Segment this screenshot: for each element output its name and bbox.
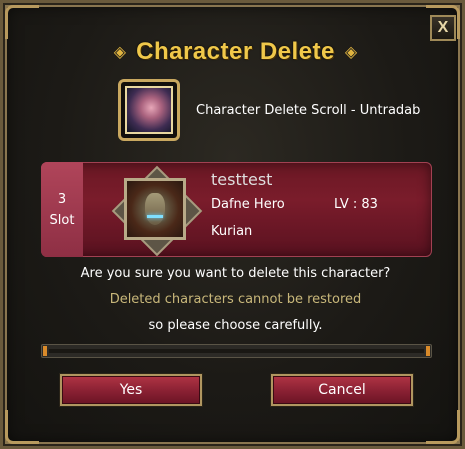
character-race: Kurian xyxy=(211,224,253,239)
diamond-ornament-icon: ◈ xyxy=(344,42,358,61)
dialog-title: Character Delete xyxy=(136,38,335,65)
title-bar: ◈ Character Delete ◈ xyxy=(3,35,465,69)
delete-progress-bar xyxy=(41,344,432,358)
slot-number: 3 xyxy=(57,191,67,207)
corner-ornament xyxy=(426,410,460,444)
yes-button[interactable]: Yes xyxy=(60,374,202,406)
cancel-button[interactable]: Cancel xyxy=(271,374,413,406)
character-class: Dafne Hero xyxy=(211,197,285,212)
character-portrait xyxy=(111,165,203,257)
character-delete-scroll-icon[interactable] xyxy=(118,79,180,141)
corner-ornament xyxy=(5,5,39,39)
progress-track xyxy=(49,349,424,353)
helmet-visor xyxy=(145,193,165,225)
slot-label: Slot xyxy=(49,212,75,228)
helmet-eyes xyxy=(147,215,163,218)
diamond-ornament-icon: ◈ xyxy=(113,42,127,61)
slot-indicator: 3 Slot xyxy=(41,162,83,257)
confirm-question: Are you sure you want to delete this cha… xyxy=(80,266,391,281)
progress-cap-right xyxy=(426,346,430,356)
scroll-portrait-image xyxy=(125,86,173,134)
delete-warning: Deleted characters cannot be restored xyxy=(109,292,362,307)
required-item-name: Character Delete Scroll - Untradab xyxy=(196,102,421,118)
armored-helmet-portrait-icon xyxy=(124,178,186,240)
careful-notice: so please choose carefully. xyxy=(148,318,323,333)
corner-ornament xyxy=(5,410,39,444)
character-level: LV : 83 xyxy=(334,197,378,212)
character-delete-dialog: X ◈ Character Delete ◈ Character Delete … xyxy=(0,0,465,449)
required-item-row: Character Delete Scroll - Untradab xyxy=(118,79,420,141)
character-name: testtest xyxy=(211,170,273,189)
progress-cap-left xyxy=(43,346,47,356)
